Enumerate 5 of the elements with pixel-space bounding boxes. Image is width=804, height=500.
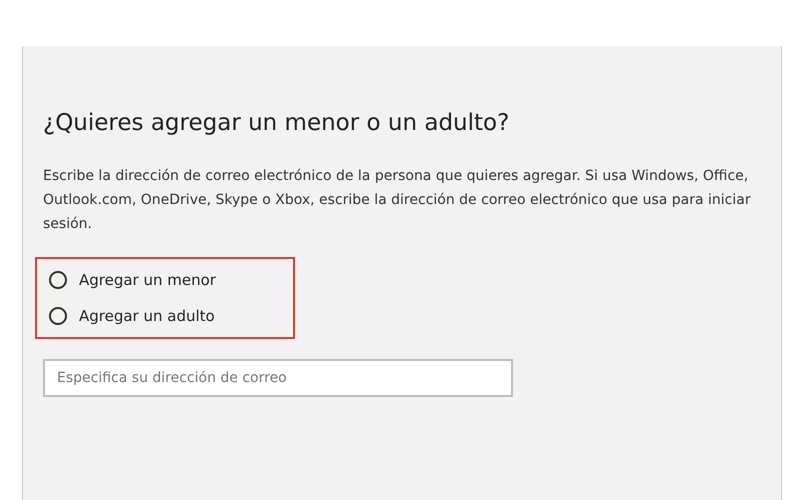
radio-option[interactable]: Agregar un menor [49, 271, 293, 289]
dialog-heading: ¿Quieres agregar un menor o un adulto? [43, 110, 510, 136]
description-text: Escribe la dirección de correo electrónico de la persona que quieres agregar. Si usa Windows, Office, Outlook.com, OneDrive, Skype o Xbox, escribe la dirección de correo electrónico que usa para iniciar sesión. [43, 167, 752, 234]
radio-option[interactable]: Agregar un adulto [49, 307, 293, 325]
email-field[interactable]: Especifica su dirección de correo [43, 359, 513, 397]
